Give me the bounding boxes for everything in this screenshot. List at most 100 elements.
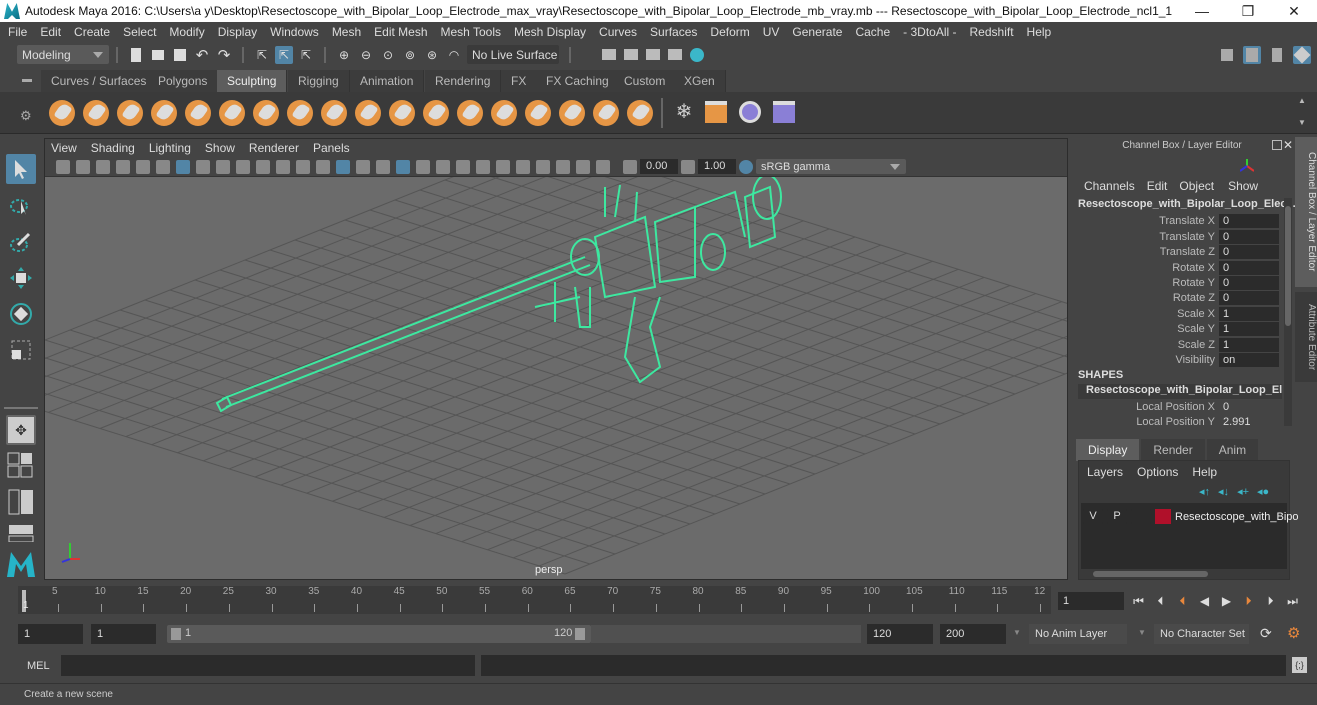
smooth-tool-icon[interactable] (83, 100, 109, 126)
wireframe-on-shaded-icon[interactable] (376, 159, 390, 174)
channel-value[interactable]: 0 (1219, 229, 1279, 244)
tab-render[interactable]: Render (1141, 439, 1205, 461)
new-scene-icon[interactable] (127, 46, 145, 64)
exposure-icon[interactable] (623, 159, 637, 174)
close-button[interactable]: ✕ (1271, 3, 1317, 20)
step-forward-key-icon[interactable]: ⏵ (1240, 593, 1257, 610)
go-to-end-icon[interactable]: ⏭ (1284, 593, 1301, 610)
open-scene-icon[interactable] (149, 46, 167, 64)
channel-value[interactable]: 0 (1219, 244, 1279, 259)
end-time-field[interactable]: 200 (940, 624, 1006, 644)
range-end-handle[interactable] (575, 628, 585, 640)
freeze-tool-icon[interactable] (627, 100, 653, 126)
menu-mesh-display[interactable]: Mesh Display (514, 25, 586, 39)
snap-surface-icon[interactable]: ⊛ (423, 46, 441, 64)
minimize-button[interactable]: — (1179, 3, 1225, 19)
live-surface-field[interactable]: No Live Surface (467, 45, 559, 64)
grab-tool-icon[interactable] (151, 100, 177, 126)
float-panel-icon[interactable] (1272, 140, 1282, 150)
xray-joints-icon[interactable] (596, 159, 610, 174)
color-space-dropdown[interactable]: sRGB gamma (756, 159, 906, 174)
tab-rigging[interactable]: Rigging (288, 70, 350, 92)
tab-animation[interactable]: Animation (350, 70, 425, 92)
step-back-frame-icon[interactable]: ⏴ (1152, 593, 1169, 610)
gear-icon[interactable]: ⚙ (20, 108, 32, 124)
smooth-shade-icon[interactable] (336, 159, 350, 174)
menu-curves[interactable]: Curves (599, 25, 637, 39)
motion-blur-icon[interactable] (476, 159, 490, 174)
channel-row[interactable]: Translate Z 0 (1072, 244, 1282, 259)
viewport-panel[interactable]: View Shading Lighting Show Renderer Pane… (44, 138, 1068, 580)
menu-edit[interactable]: Edit (40, 25, 61, 39)
shape-channel-row[interactable]: Local Position Y 2.991 (1072, 414, 1282, 429)
channel-value[interactable]: 1 (1219, 321, 1279, 336)
cb-menu-channels[interactable]: Channels (1084, 179, 1135, 193)
textured-icon[interactable] (396, 159, 410, 174)
render-settings-icon[interactable] (666, 46, 684, 64)
menu-edit-mesh[interactable]: Edit Mesh (374, 25, 427, 39)
time-slider[interactable]: 1 5 10 15 20 25 30 35 40 45 50 55 60 65 70 75 80 85 90 95 1… (18, 586, 1051, 614)
chevron-down-icon[interactable]: ▼ (1138, 628, 1146, 637)
channel-value[interactable]: 0 (1219, 275, 1279, 290)
channel-value[interactable]: 1 (1219, 306, 1279, 321)
render-view-icon[interactable] (600, 46, 618, 64)
film-gate-icon[interactable] (196, 159, 210, 174)
viewport-menu-panels[interactable]: Panels (313, 141, 350, 155)
grid-icon[interactable] (176, 159, 190, 174)
tab-xgen[interactable]: XGen (674, 70, 726, 92)
layer-visibility-toggle[interactable]: V (1083, 509, 1103, 524)
command-language-label[interactable]: MEL (27, 660, 50, 672)
safe-title-icon[interactable] (296, 159, 310, 174)
menu-redshift[interactable]: Redshift (970, 25, 1014, 39)
menu-file[interactable]: File (8, 25, 27, 39)
anim-layer-dropdown[interactable]: No Anim Layer (1029, 624, 1127, 644)
imprint-tool-icon[interactable] (355, 100, 381, 126)
render-current-frame-icon[interactable] (622, 46, 640, 64)
layer-horizontal-scrollbar[interactable] (1081, 569, 1287, 579)
field-chart-icon[interactable] (256, 159, 270, 174)
scale-tool-icon[interactable] (6, 335, 36, 365)
layer-color-swatch[interactable] (1155, 509, 1171, 524)
move-layer-down-icon[interactable]: ◂↓ (1218, 485, 1229, 498)
selected-object-name[interactable]: Resectoscope_with_Bipolar_Loop_Elec... (1078, 198, 1296, 210)
play-forwards-icon[interactable]: ▶ (1218, 593, 1235, 610)
menu-help[interactable]: Help (1027, 25, 1052, 39)
channel-value[interactable]: 0 (1219, 400, 1279, 414)
image-plane-icon[interactable] (116, 159, 130, 174)
tab-curves-surfaces[interactable]: Curves / Surfaces (41, 70, 158, 92)
close-panel-icon[interactable]: ✕ (1283, 138, 1293, 152)
layer-row[interactable]: V P Resectoscope_with_Bipo (1083, 509, 1299, 524)
menu-cache[interactable]: Cache (855, 25, 890, 39)
persp-outliner-layout-icon[interactable] (6, 487, 36, 517)
new-layer-icon[interactable]: ◂+ (1237, 485, 1249, 498)
channel-row[interactable]: Rotate Y 0 (1072, 275, 1282, 290)
resolution-gate-icon[interactable] (216, 159, 230, 174)
pinch-tool-icon[interactable] (185, 100, 211, 126)
playback-start-field[interactable]: 1 (91, 624, 156, 644)
layer-menu-layers[interactable]: Layers (1087, 465, 1123, 479)
tab-display[interactable]: Display (1076, 439, 1140, 461)
flatten-tool-icon[interactable] (219, 100, 245, 126)
start-time-field[interactable]: 1 (18, 624, 83, 644)
channel-row[interactable]: Visibility on (1072, 352, 1282, 367)
tab-fx[interactable]: FX (501, 70, 538, 92)
move-tool-icon[interactable] (6, 263, 36, 293)
sculpt-freeze-settings-icon[interactable]: ❄ (672, 100, 696, 124)
foamy-tool-icon[interactable] (253, 100, 279, 126)
layer-menu-options[interactable]: Options (1137, 465, 1178, 479)
menu-surfaces[interactable]: Surfaces (650, 25, 697, 39)
cb-menu-object[interactable]: Object (1179, 179, 1214, 193)
safe-action-icon[interactable] (276, 159, 290, 174)
menu-3dtoall[interactable]: - 3DtoAll - (903, 25, 956, 39)
shelf-scroll-down-icon[interactable]: ▼ (1298, 118, 1306, 127)
new-layer-selected-icon[interactable]: ◂● (1257, 485, 1269, 498)
shelf-scroll-up-icon[interactable]: ▲ (1298, 96, 1306, 105)
step-forward-frame-icon[interactable]: ⏵ (1262, 593, 1279, 610)
tab-anim[interactable]: Anim (1206, 439, 1259, 461)
modeling-toolkit-icon[interactable] (1218, 46, 1236, 64)
move-layer-up-icon[interactable]: ◂↑ (1199, 485, 1210, 498)
viewport-canvas[interactable] (45, 177, 1067, 579)
screen-space-ao-icon[interactable] (456, 159, 470, 174)
channel-value[interactable]: 0 (1219, 290, 1279, 305)
channel-box-scrollbar[interactable] (1284, 198, 1292, 426)
